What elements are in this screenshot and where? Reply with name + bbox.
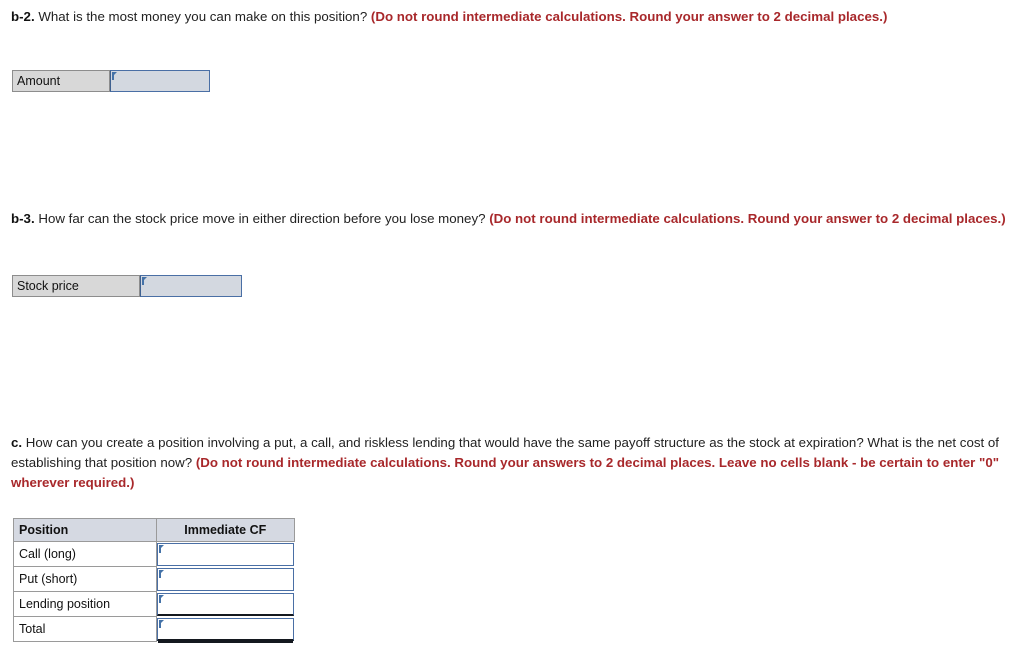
table-row: Put (short) xyxy=(13,566,294,592)
column-header-immediate-cf: Immediate CF xyxy=(156,518,295,542)
question-b3-text: How far can the stock price move in eith… xyxy=(34,211,490,226)
stock-price-field-label: Stock price xyxy=(12,275,140,297)
column-header-position: Position xyxy=(13,518,157,542)
cell-immediate-cf-call-long xyxy=(157,542,294,567)
amount-input[interactable] xyxy=(110,70,210,92)
question-b2-text: What is the most money you can make on t… xyxy=(34,9,371,24)
cell-immediate-cf-lending-position xyxy=(157,592,294,617)
table-row: Lending position xyxy=(13,591,294,617)
row-label-lending-position: Lending position xyxy=(13,591,157,617)
question-b2: b-2. What is the most money you can make… xyxy=(11,7,1015,27)
immediate-cf-input-put-short[interactable] xyxy=(157,568,294,591)
amount-field-label: Amount xyxy=(12,70,110,92)
row-label-put-short: Put (short) xyxy=(13,566,157,592)
question-c: c. How can you create a position involvi… xyxy=(11,433,1015,493)
immediate-cf-input-lending-position[interactable] xyxy=(157,593,294,616)
question-b3-label: b-3. xyxy=(11,211,35,226)
table-row: Call (long) xyxy=(13,541,294,567)
row-label-total: Total xyxy=(13,616,157,642)
position-immediate-cf-table: Position Immediate CF Call (long) Put (s… xyxy=(13,518,295,642)
table-row: Total xyxy=(13,616,294,642)
question-b3: b-3. How far can the stock price move in… xyxy=(11,209,1015,229)
answer-widget-amount: Amount xyxy=(12,70,210,92)
cell-immediate-cf-total xyxy=(157,617,294,642)
question-c-label: c. xyxy=(11,435,23,450)
answer-widget-stock-price: Stock price xyxy=(12,275,242,297)
stock-price-input[interactable] xyxy=(140,275,242,297)
cell-immediate-cf-put-short xyxy=(157,567,294,592)
immediate-cf-input-total[interactable] xyxy=(157,618,294,641)
table-header-row: Position Immediate CF xyxy=(13,518,295,542)
row-label-call-long: Call (long) xyxy=(13,541,157,567)
question-b2-note: (Do not round intermediate calculations.… xyxy=(370,9,888,24)
immediate-cf-input-call-long[interactable] xyxy=(157,543,294,567)
question-b2-label: b-2. xyxy=(11,9,35,24)
question-b3-note: (Do not round intermediate calculations.… xyxy=(489,211,1006,226)
